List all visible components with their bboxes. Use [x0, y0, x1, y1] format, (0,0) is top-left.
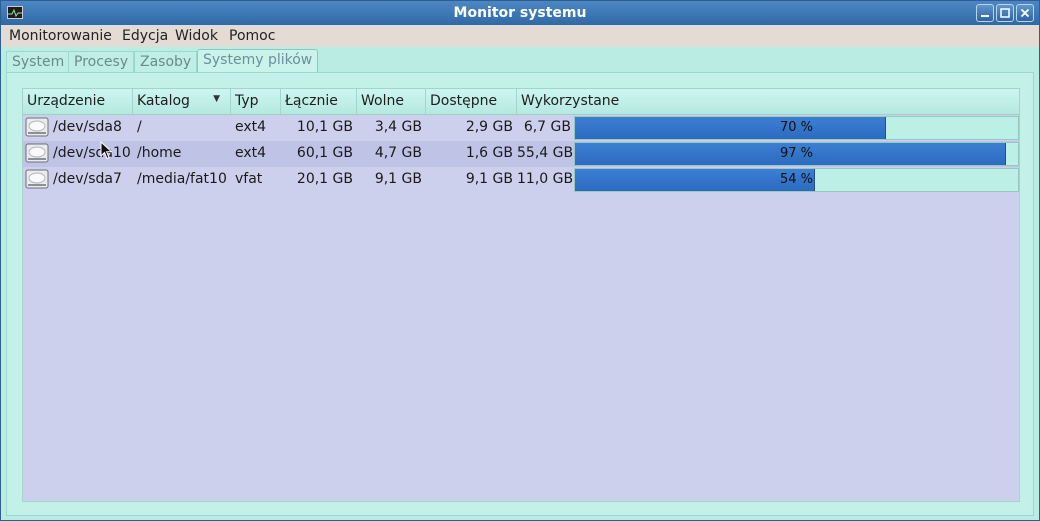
- cell-used: 6,7 GB: [523, 119, 571, 135]
- filesystems-panel: Urządzenie Katalog ▼ Typ Łącznie Wolne Do…: [6, 72, 1034, 516]
- cell-device: /dev/sda8: [53, 119, 122, 135]
- usage-percent: 70 %: [779, 120, 814, 135]
- column-header-type[interactable]: Typ: [231, 89, 281, 114]
- column-label: Katalog: [137, 93, 190, 109]
- column-label: Typ: [235, 93, 259, 109]
- hard-disk-icon: [25, 143, 49, 163]
- usage-percent: 54 %: [779, 172, 814, 187]
- cell-total: 20,1 GB: [296, 171, 353, 187]
- menu-edycja[interactable]: Edycja: [122, 28, 168, 44]
- cell-available: 2,9 GB: [465, 119, 513, 135]
- menu-bar: Monitorowanie Edycja Widok Pomoc: [1, 25, 1039, 47]
- tab-system[interactable]: System: [6, 51, 71, 72]
- cell-free: 4,7 GB: [374, 145, 422, 161]
- usage-bar: 97 %: [574, 142, 1019, 166]
- usage-bar: 54 %: [574, 168, 1019, 192]
- cell-type: vfat: [235, 171, 263, 187]
- cell-total: 10,1 GB: [296, 119, 353, 135]
- menu-monitorowanie[interactable]: Monitorowanie: [9, 28, 112, 44]
- window-title: Monitor systemu: [453, 5, 587, 21]
- cell-free: 9,1 GB: [374, 171, 422, 187]
- cell-used: 11,0 GB: [517, 171, 574, 187]
- column-label: Urządzenie: [27, 93, 106, 109]
- usage-percent: 97 %: [779, 146, 814, 161]
- cell-directory: /: [137, 119, 142, 135]
- table-header: Urządzenie Katalog ▼ Typ Łącznie Wolne Do…: [23, 89, 1019, 115]
- cell-type: ext4: [235, 119, 267, 135]
- close-icon[interactable]: [1016, 4, 1034, 22]
- column-header-directory[interactable]: Katalog ▼: [133, 89, 231, 114]
- title-bar[interactable]: Monitor systemu: [1, 1, 1039, 25]
- tab-procesy[interactable]: Procesy: [68, 51, 135, 72]
- system-monitor-window: Monitor systemu Monitorowanie Edycja Wid…: [0, 0, 1040, 521]
- cell-device: /dev/sda7: [53, 171, 122, 187]
- cell-available: 1,6 GB: [465, 145, 513, 161]
- column-header-free[interactable]: Wolne: [357, 89, 426, 114]
- cell-free: 3,4 GB: [374, 119, 422, 135]
- cell-total: 60,1 GB: [296, 145, 353, 161]
- sort-descending-icon: ▼: [213, 94, 220, 104]
- table-row[interactable]: /dev/sda7 /media/fat10 vfat 20,1 GB 9,1 …: [23, 167, 1019, 193]
- menu-widok[interactable]: Widok: [175, 28, 218, 44]
- column-header-device[interactable]: Urządzenie: [23, 89, 133, 114]
- minimize-icon[interactable]: [976, 4, 994, 22]
- column-label: Wolne: [361, 93, 404, 109]
- column-header-available[interactable]: Dostępne: [426, 89, 517, 114]
- table-row[interactable]: /dev/sda8 / ext4 10,1 GB 3,4 GB 2,9 GB 6…: [23, 115, 1019, 141]
- cell-directory: /media/fat10: [137, 171, 227, 187]
- mouse-pointer-icon: [100, 141, 113, 160]
- hard-disk-icon: [25, 117, 49, 137]
- cell-directory: /home: [137, 145, 182, 161]
- column-header-used[interactable]: Wykorzystane: [517, 89, 1019, 114]
- column-header-total[interactable]: Łącznie: [281, 89, 357, 114]
- menu-pomoc[interactable]: Pomoc: [229, 28, 275, 44]
- cell-available: 9,1 GB: [465, 171, 513, 187]
- cell-used: 55,4 GB: [517, 145, 574, 161]
- maximize-icon[interactable]: [996, 4, 1014, 22]
- column-label: Łącznie: [285, 93, 338, 109]
- tab-systemy-plikow[interactable]: Systemy plików: [197, 49, 319, 73]
- column-label: Dostępne: [430, 93, 498, 109]
- table-row[interactable]: /dev/sda10 /home ext4 60,1 GB 4,7 GB 1,6…: [23, 141, 1019, 167]
- tab-zasoby[interactable]: Zasoby: [134, 51, 198, 72]
- usage-bar: 70 %: [574, 116, 1019, 140]
- cell-device: /dev/sda10: [53, 145, 131, 161]
- column-label: Wykorzystane: [521, 93, 620, 109]
- cell-type: ext4: [235, 145, 267, 161]
- filesystems-table: Urządzenie Katalog ▼ Typ Łącznie Wolne Do…: [22, 88, 1020, 502]
- hard-disk-icon: [25, 169, 49, 189]
